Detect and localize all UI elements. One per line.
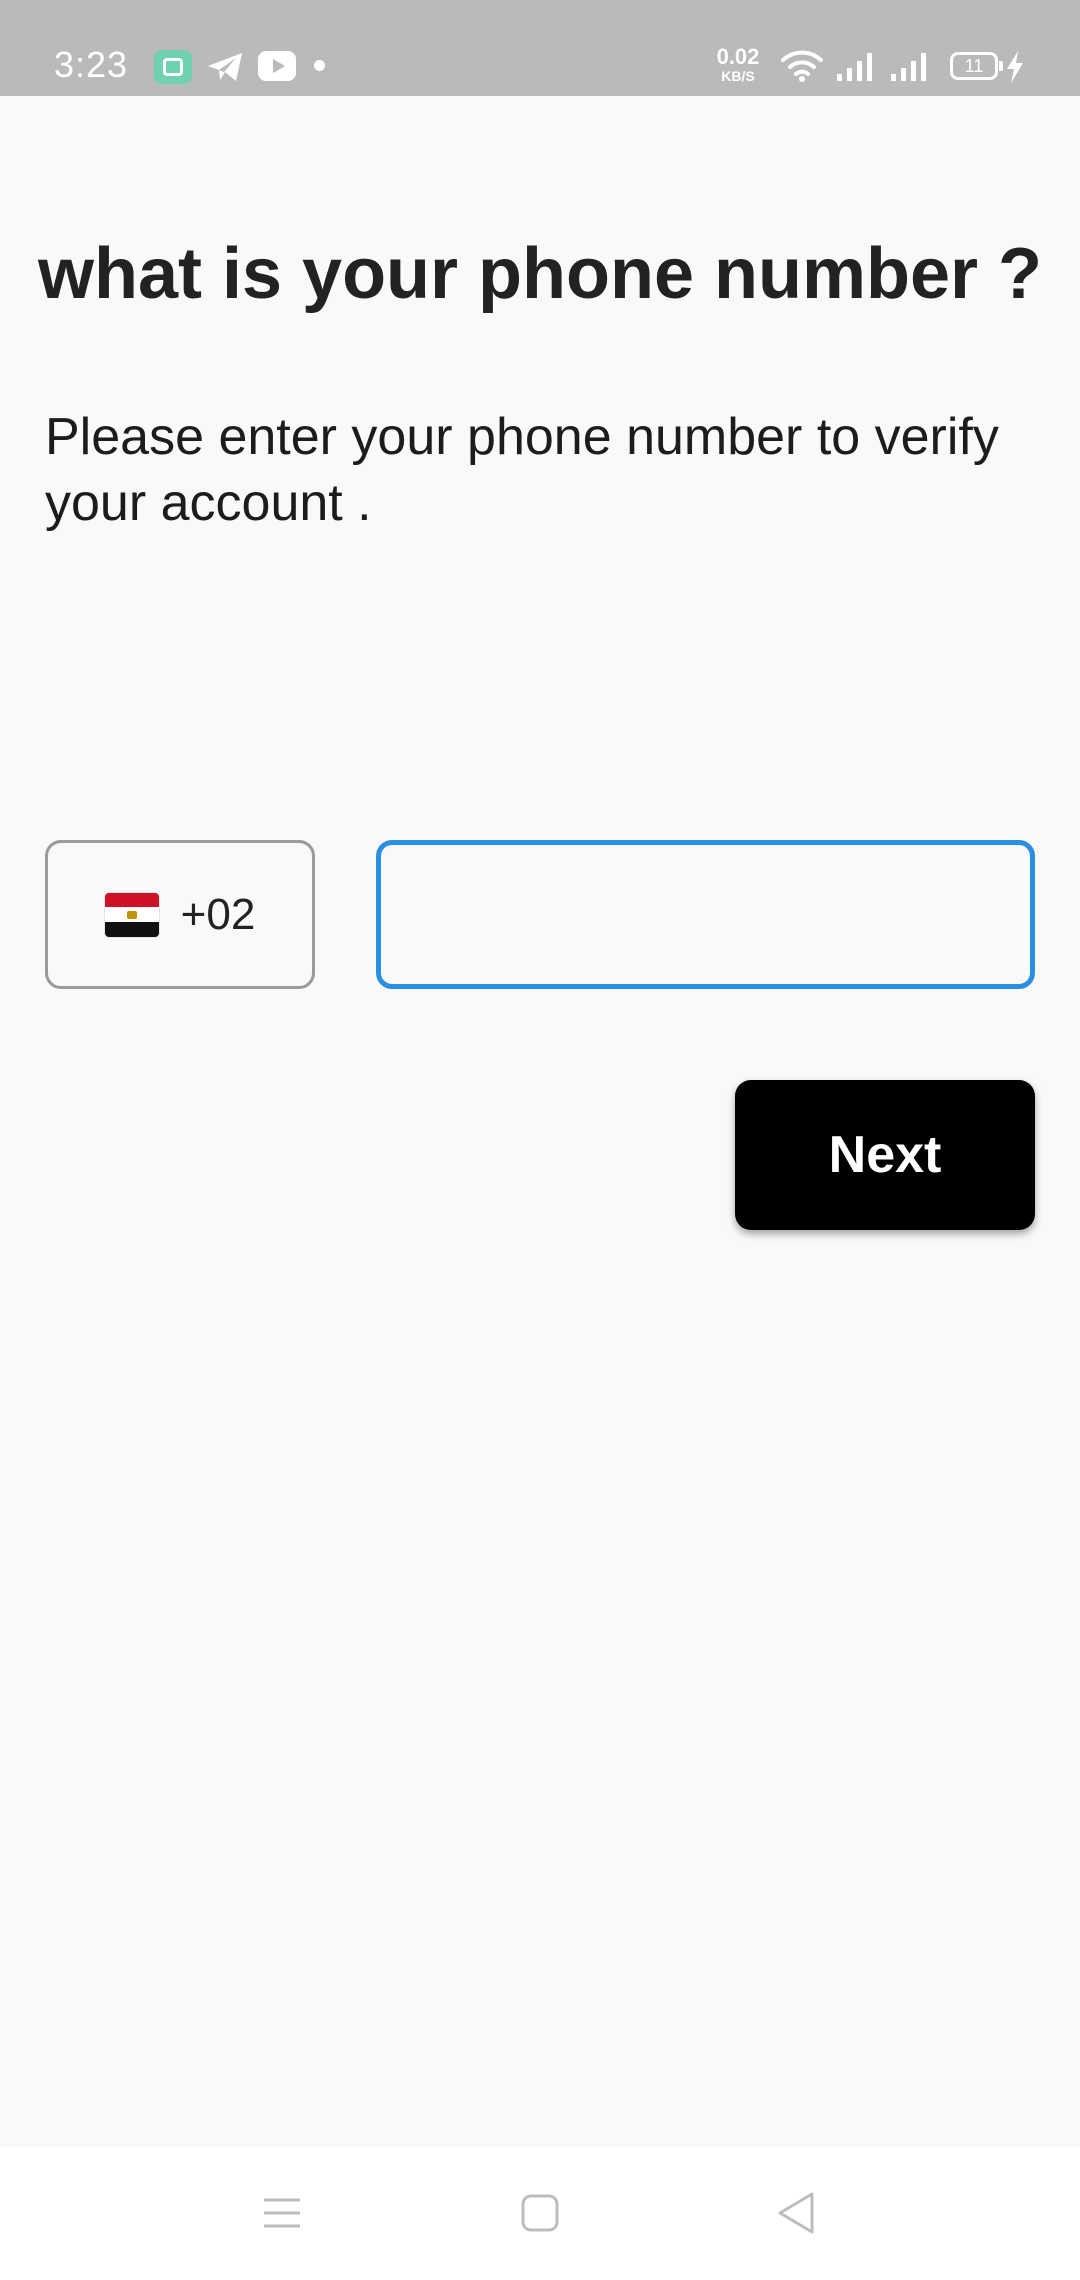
network-speed-unit: KB/S bbox=[721, 68, 755, 84]
navigation-bar bbox=[0, 2147, 1080, 2280]
signal-icon bbox=[890, 50, 930, 87]
home-icon[interactable] bbox=[510, 2187, 570, 2239]
battery-icon: 11 bbox=[950, 52, 1003, 80]
egypt-flag-icon bbox=[104, 892, 159, 937]
country-code-picker[interactable]: +02 bbox=[45, 840, 315, 989]
youtube-icon bbox=[258, 51, 296, 81]
back-icon[interactable] bbox=[766, 2187, 826, 2239]
next-button[interactable]: Next bbox=[735, 1080, 1035, 1230]
page-subtitle: Please enter your phone number to verify… bbox=[45, 408, 999, 532]
wifi-icon bbox=[780, 48, 824, 87]
network-speed: 0.02 KB/S bbox=[712, 44, 764, 84]
menu-icon[interactable] bbox=[252, 2187, 312, 2239]
status-time: 3:23 bbox=[54, 44, 129, 85]
notification-dot-icon bbox=[314, 60, 325, 71]
signal-icon bbox=[836, 50, 876, 87]
country-code-label: +02 bbox=[180, 889, 256, 939]
app-notification-icon bbox=[154, 50, 192, 84]
status-bar: 3:23 0.02 KB/S 11 bbox=[0, 0, 1080, 96]
charging-icon bbox=[1004, 50, 1026, 89]
network-speed-value: 0.02 bbox=[716, 44, 760, 69]
telegram-icon bbox=[206, 50, 246, 89]
page-title: what is your phone number ? bbox=[37, 234, 1043, 314]
phone-number-input[interactable] bbox=[376, 840, 1035, 989]
